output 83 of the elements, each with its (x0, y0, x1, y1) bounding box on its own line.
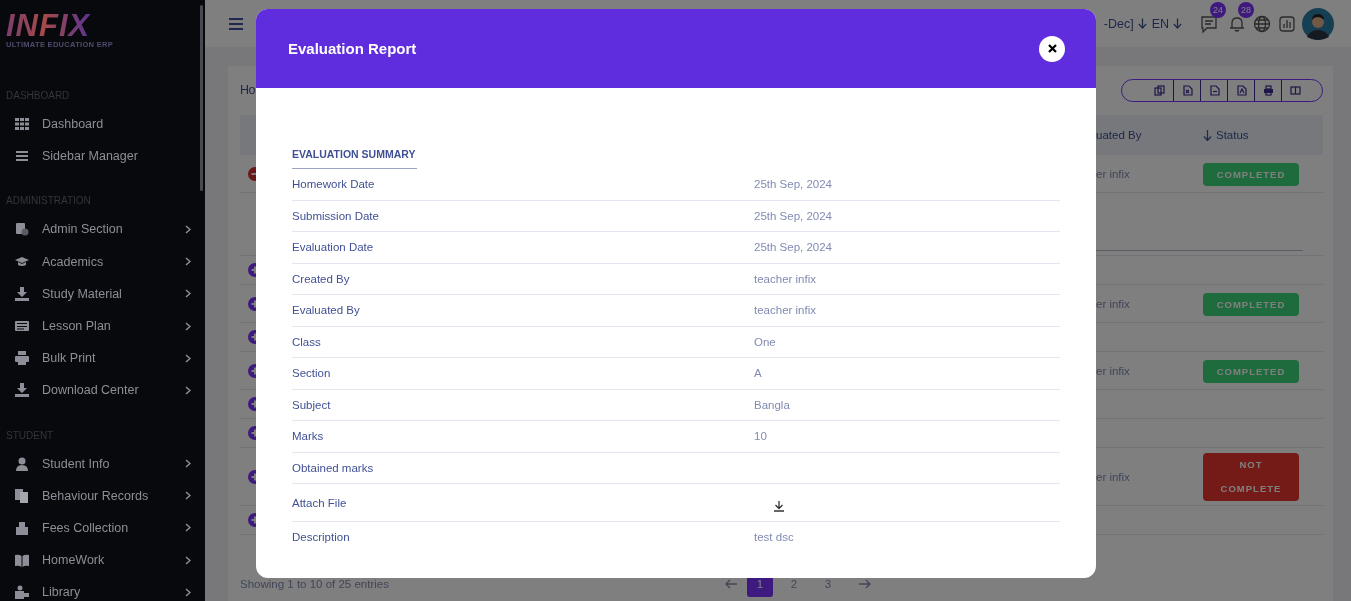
field-label: Marks (292, 430, 324, 443)
printer-icon (15, 351, 29, 366)
field-label: Evaluation Date (292, 241, 374, 254)
sidebar-item[interactable]: Lesson Plan (0, 309, 205, 343)
chat-icon[interactable] (1199, 13, 1219, 34)
sidebar-item[interactable]: Study Material (0, 277, 205, 310)
field-value: 25th Sep, 2024 (754, 209, 832, 222)
computer-user-icon (15, 585, 29, 600)
section-title: EVALUATION SUMMARY (292, 148, 418, 169)
pdf-file-icon[interactable] (1235, 84, 1247, 96)
globe-icon[interactable] (1252, 13, 1272, 34)
sidebar-item[interactable]: Academics (0, 245, 205, 278)
excel-file-icon[interactable] (1181, 84, 1193, 96)
sidebar-item[interactable]: Dashboard (0, 108, 205, 141)
arrow-left-icon[interactable] (725, 579, 737, 589)
book-icon (15, 553, 29, 568)
grid-icon (15, 117, 29, 132)
sidebar-item[interactable]: Bulk Print (0, 342, 205, 375)
field-label: Homework Date (292, 178, 375, 191)
entries-info: Showing 1 to 10 of 25 entries (240, 578, 390, 590)
sort-arrow-icon[interactable] (1203, 129, 1212, 141)
field-value: test dsc (754, 531, 794, 544)
session-selector[interactable]: -Dec] (1103, 16, 1134, 31)
field-value: 10 (754, 430, 767, 443)
modal-title: Evaluation Report (288, 40, 418, 57)
sidebar-item[interactable]: Behaviour Records (0, 479, 205, 512)
count-badge: 28 (1238, 1, 1254, 18)
status-badge: COMPLETED (1203, 162, 1299, 186)
sidebar-item[interactable]: Library (0, 576, 205, 601)
field-value: One (754, 335, 776, 348)
field-label: Created By (292, 272, 350, 285)
sidebar-item[interactable]: Sidebar Manager (0, 140, 205, 173)
close-button[interactable] (1039, 35, 1065, 62)
csv-file-icon[interactable] (1208, 84, 1220, 96)
menu-icon[interactable] (229, 17, 243, 30)
table-cell: er infix (1096, 365, 1130, 377)
field-value: Bangla (754, 398, 790, 411)
download-icon (15, 383, 29, 398)
sidebar-item[interactable]: Fees Collection (0, 511, 205, 545)
graduation-cap-icon (15, 254, 29, 269)
field-label: Attach File (292, 496, 347, 509)
download-icon[interactable] (774, 501, 784, 512)
field-value: 25th Sep, 2024 (754, 178, 832, 191)
field-value: teacher infix (754, 304, 816, 317)
download-icon (15, 286, 29, 301)
field-label: Class (292, 335, 321, 348)
count-badge: 24 (1210, 1, 1226, 18)
chart-icon[interactable] (1277, 13, 1297, 34)
person-icon (15, 456, 29, 471)
column-header[interactable]: Status (1203, 129, 1249, 141)
column-header[interactable]: uated By (1096, 129, 1142, 141)
field-label: Section (292, 367, 331, 380)
columns-icon[interactable] (1289, 84, 1301, 96)
printer-icon[interactable] (1262, 84, 1274, 96)
field-label: Description (292, 531, 350, 544)
document-list-icon (15, 319, 29, 334)
field-label: Submission Date (292, 209, 379, 222)
table-cell: er infix (1096, 168, 1130, 180)
table-cell: er infix (1096, 298, 1130, 310)
field-value: teacher infix (754, 272, 816, 285)
table-cell: er infix (1096, 471, 1130, 483)
sidebar-item[interactable]: Admin Section (0, 213, 205, 246)
status-badge: COMPLETED (1203, 292, 1299, 316)
close-icon[interactable] (1047, 44, 1057, 53)
language-selector[interactable]: EN (1151, 16, 1169, 31)
arrow-down-icon (1137, 17, 1147, 30)
card-title: Ho (240, 83, 256, 97)
field-label: Obtained marks (292, 461, 374, 474)
field-label: Subject (292, 398, 331, 411)
copy-icon[interactable] (1154, 84, 1165, 96)
documents-icon (15, 488, 29, 503)
status-badge: NOT COMPLETE (1203, 453, 1299, 501)
sidebar-item[interactable]: Student Info (0, 447, 205, 480)
field-value: A (754, 367, 762, 380)
sidebar-item[interactable]: Download Center (0, 374, 205, 407)
status-badge: COMPLETED (1203, 359, 1299, 383)
arrow-down-icon (1173, 17, 1182, 30)
list-icon (15, 149, 29, 164)
avatar[interactable] (1302, 7, 1334, 40)
field-label: Evaluated By (292, 304, 360, 317)
field-value: 25th Sep, 2024 (754, 241, 832, 254)
arrow-right-icon[interactable] (859, 579, 871, 589)
sidebar-item[interactable]: HomeWork (0, 544, 205, 577)
